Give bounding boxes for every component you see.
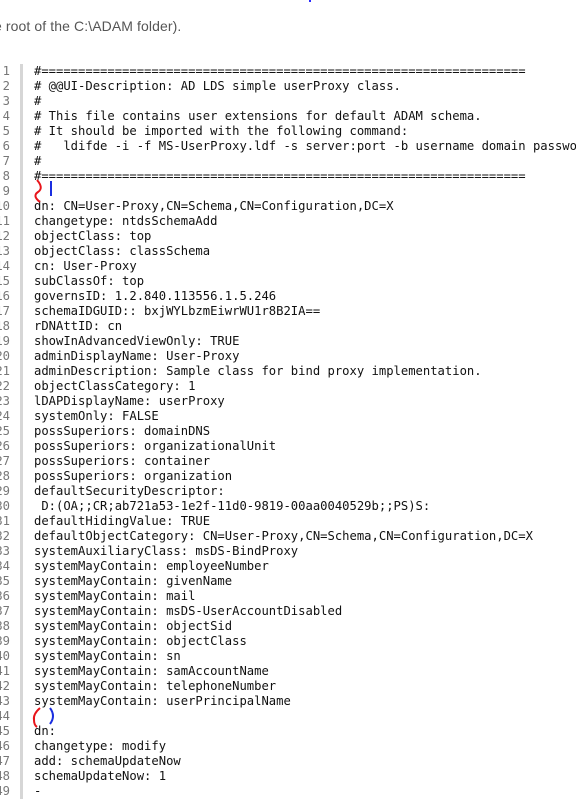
annotation-marks [32, 179, 54, 728]
red-bracket-mark-2 [32, 707, 41, 728]
blue-bracket-mark-2 [49, 707, 54, 725]
red-bracket-mark-1 [34, 179, 42, 203]
